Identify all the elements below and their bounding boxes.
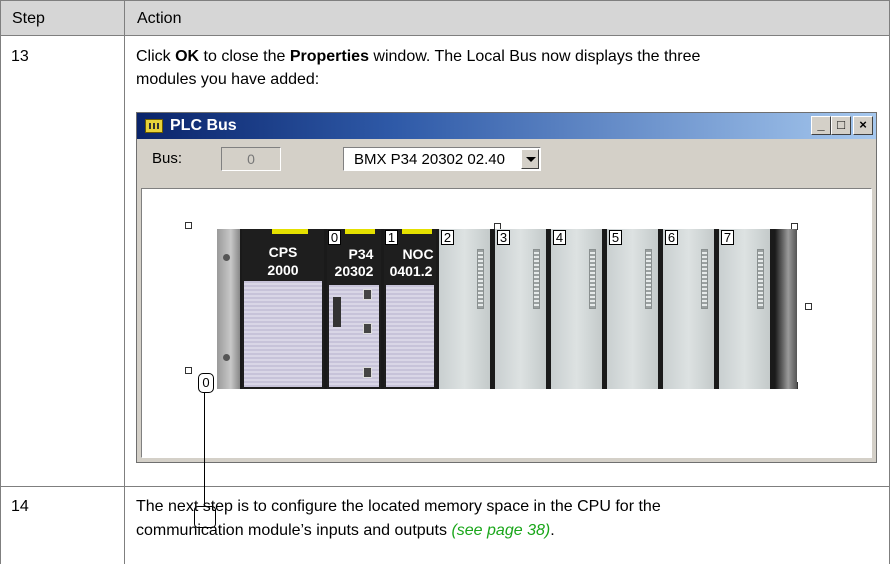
column-divider — [124, 0, 125, 564]
port-icon — [363, 289, 372, 300]
slot-number: 7 — [721, 230, 734, 245]
slot-number: 1 — [385, 230, 398, 245]
rack-end-plate — [217, 229, 240, 389]
header-action: Action — [137, 10, 182, 27]
step-13-action-line1: Click OK to close the Properties window.… — [136, 48, 701, 65]
step-14-action-line1: The next step is to configure the locate… — [136, 498, 661, 515]
rack[interactable]: CPS 2000 0 P34 20302 1 NOC 0401.2 2 3 4 … — [217, 229, 797, 389]
step-13-action-line2: modules you have added: — [136, 71, 320, 88]
header-step: Step — [12, 10, 45, 27]
slot-number: 3 — [497, 230, 510, 245]
slot-number: 4 — [553, 230, 566, 245]
slot-number: 5 — [609, 230, 622, 245]
port-icon — [363, 367, 372, 378]
procedure-table: Step Action 13 Click OK to close the Pro… — [0, 0, 890, 564]
bus-label: Bus: — [152, 150, 183, 167]
empty-slot[interactable]: 5 — [607, 229, 660, 389]
close-button[interactable]: × — [853, 116, 873, 135]
dropdown-arrow-icon[interactable] — [521, 149, 539, 169]
plc-bus-icon — [145, 119, 163, 133]
slot-number: 2 — [441, 230, 454, 245]
power-module-name: CPS — [268, 244, 298, 260]
port-icon — [363, 323, 372, 334]
empty-slot[interactable]: 4 — [551, 229, 604, 389]
slot-number: 6 — [665, 230, 678, 245]
step-14-action-line2: communication module’s inputs and output… — [136, 522, 555, 539]
minimize-button[interactable]: _ — [811, 116, 831, 135]
slot-number: 0 — [328, 230, 341, 245]
empty-slot[interactable]: 6 — [663, 229, 716, 389]
empty-slot[interactable]: 3 — [495, 229, 548, 389]
ok-keyword: OK — [175, 48, 200, 65]
step-number: 13 — [11, 48, 29, 65]
plc-bus-window: PLC Bus _ □ × Bus: 0 BMX P34 20302 02.40 — [136, 112, 877, 528]
page-reference-link[interactable]: (see page 38) — [451, 522, 550, 539]
cpu-module-ref: 20302 — [334, 263, 374, 279]
window-title: PLC Bus — [170, 117, 237, 134]
bus-handle[interactable] — [185, 222, 192, 229]
communication-module[interactable]: 1 NOC 0401.2 — [384, 229, 436, 389]
selection-handle[interactable] — [805, 303, 812, 310]
maximize-button[interactable]: □ — [831, 116, 851, 135]
comm-module-name: NOC — [402, 246, 434, 262]
row-divider — [0, 486, 890, 487]
empty-slot[interactable]: 7 — [719, 229, 772, 389]
rack-canvas: CPS 2000 0 P34 20302 1 NOC 0401.2 2 3 4 … — [141, 188, 872, 528]
bus-connector-line — [204, 384, 205, 508]
memory-card-icon — [333, 297, 341, 327]
processor-select-value: BMX P34 20302 02.40 — [354, 151, 505, 168]
cpu-module[interactable]: 0 P34 20302 — [327, 229, 381, 389]
properties-keyword: Properties — [289, 48, 369, 65]
bus-handle[interactable] — [185, 367, 192, 374]
cpu-module-name: P34 — [348, 246, 374, 262]
window-titlebar[interactable]: PLC Bus _ □ × — [137, 113, 876, 139]
step-number: 14 — [11, 498, 29, 515]
power-supply-module[interactable]: CPS 2000 — [242, 229, 324, 389]
comm-module-ref: 0401.2 — [389, 263, 433, 279]
power-module-ref: 2000 — [267, 262, 299, 278]
table-header-row: Step Action — [0, 0, 890, 36]
processor-select[interactable]: BMX P34 20302 02.40 — [343, 147, 541, 171]
empty-slot[interactable]: 2 — [439, 229, 492, 389]
rack-end-plate — [775, 229, 797, 389]
bus-node[interactable]: 0 — [198, 373, 214, 393]
bus-number-field: 0 — [221, 147, 281, 171]
